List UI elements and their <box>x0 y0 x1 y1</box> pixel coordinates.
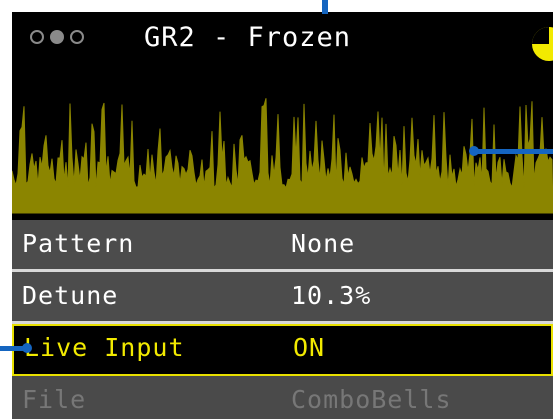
param-row-detune[interactable]: Detune 10.3% <box>12 272 553 324</box>
param-value: ON <box>293 333 326 362</box>
param-label: Detune <box>22 281 119 310</box>
page-title: GR2 - Frozen <box>144 22 352 53</box>
param-row-live-input[interactable]: Live Input ON <box>12 324 553 376</box>
page-dot-1[interactable] <box>30 30 44 44</box>
callout-dot-live-input <box>22 343 32 353</box>
page-dot-2-active[interactable] <box>50 30 64 44</box>
param-label: Pattern <box>22 229 135 258</box>
param-row-file[interactable]: File ComboBells <box>12 376 553 419</box>
clock-pie-icon <box>532 27 553 61</box>
parameter-list: Pattern None Detune 10.3% Live Input ON … <box>12 220 553 419</box>
page-dot-3[interactable] <box>70 30 84 44</box>
callout-line-title <box>322 0 328 14</box>
header-bar: GR2 - Frozen <box>12 12 553 68</box>
param-label: Live Input <box>24 333 185 362</box>
callout-line-waveform <box>476 149 553 154</box>
param-value: 10.3% <box>291 281 372 310</box>
param-label: File <box>22 385 87 414</box>
device-screen: GR2 - Frozen Pattern None Detune 10.3% L… <box>12 12 553 419</box>
param-value: None <box>291 229 356 258</box>
waveform-display[interactable] <box>12 68 553 218</box>
param-row-pattern[interactable]: Pattern None <box>12 220 553 272</box>
callout-dot-waveform <box>469 146 479 156</box>
page-indicator <box>30 30 84 44</box>
param-value: ComboBells <box>291 385 452 414</box>
